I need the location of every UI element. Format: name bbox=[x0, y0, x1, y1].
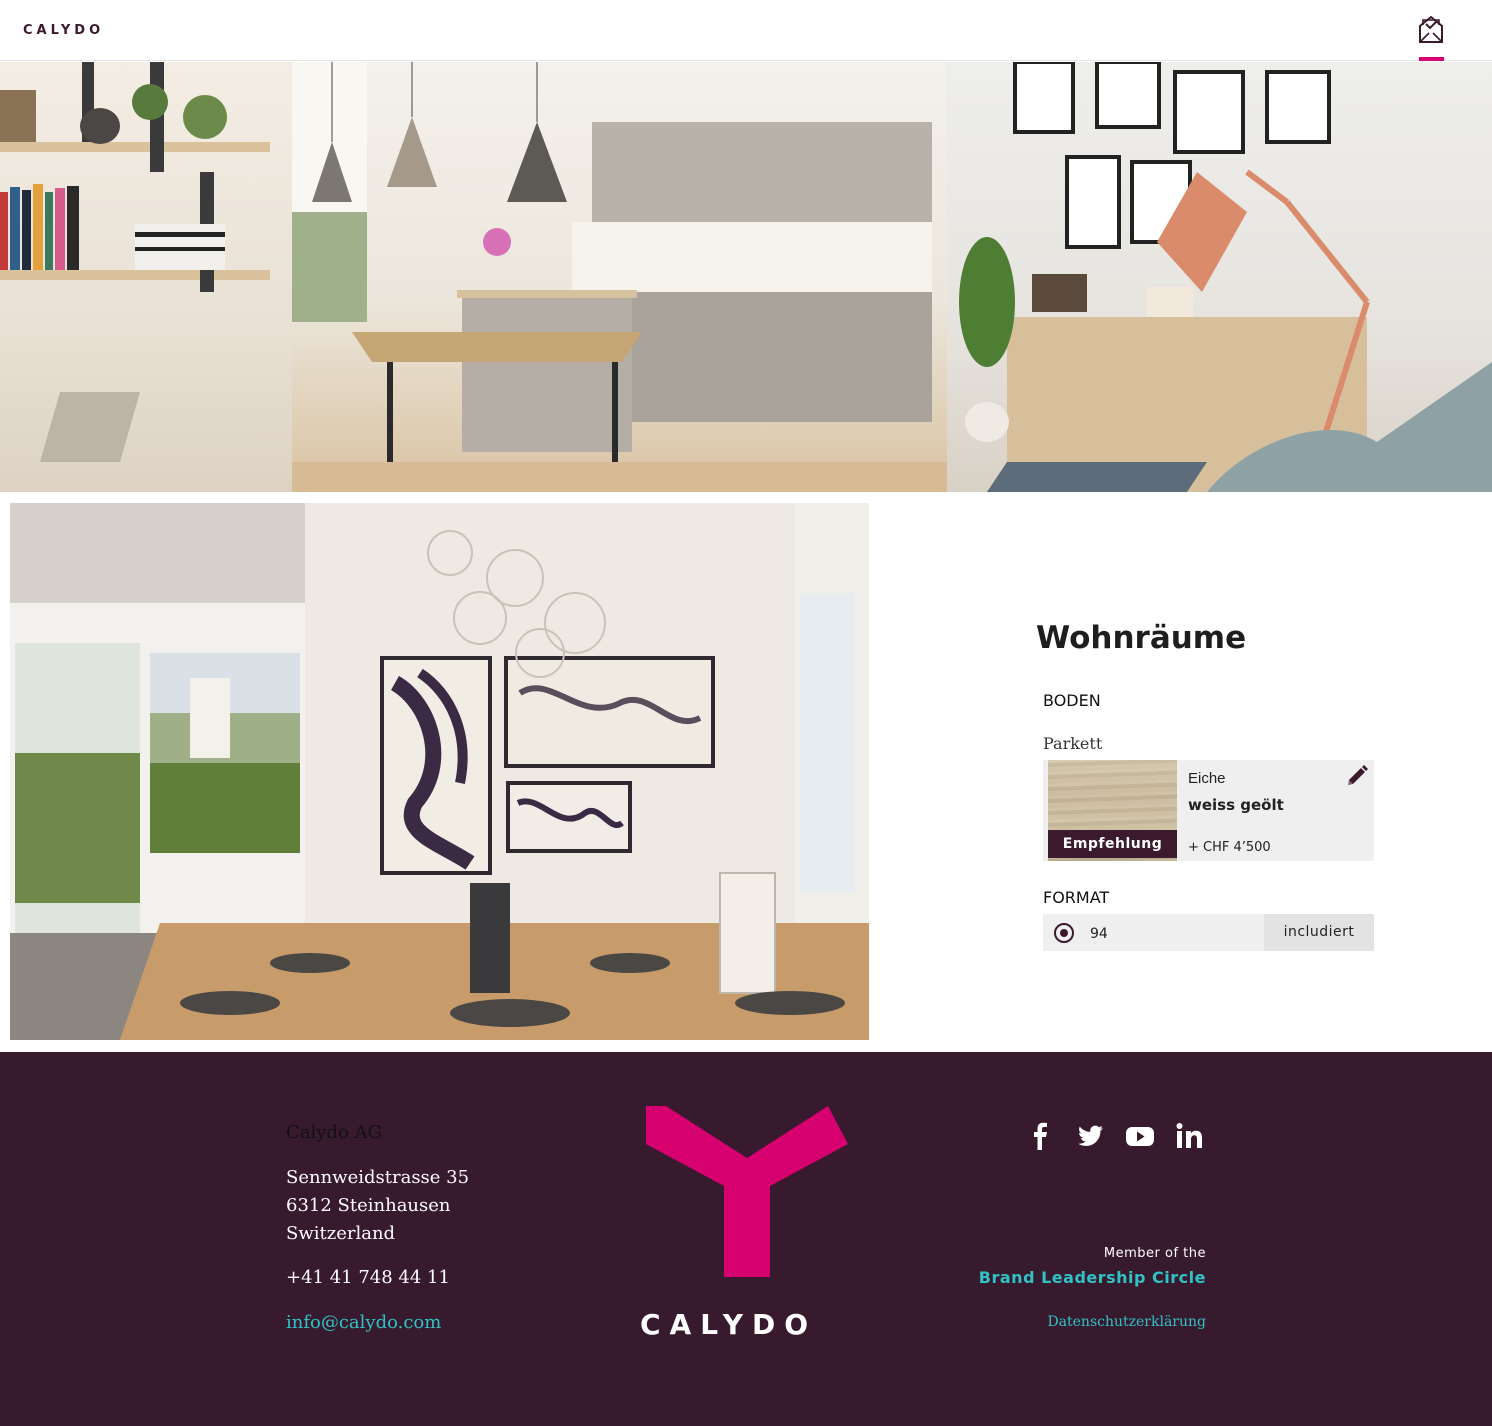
floor-section-label: BODEN bbox=[1043, 691, 1101, 710]
svg-text:CALYDO: CALYDO bbox=[640, 1308, 817, 1340]
address-country: Switzerland bbox=[286, 1223, 396, 1244]
option-price: + CHF 4’500 bbox=[1188, 840, 1271, 855]
room-gallery-image[interactable] bbox=[10, 503, 869, 1040]
page-title: Wohnräume bbox=[1036, 620, 1247, 656]
recommendation-badge: Empfehlung bbox=[1048, 830, 1177, 858]
top-header: CALYDO bbox=[0, 0, 1492, 61]
hero-living-shelf-photo bbox=[0, 62, 292, 492]
youtube-icon[interactable] bbox=[1125, 1122, 1155, 1150]
option-variant: weiss geölt bbox=[1188, 796, 1284, 814]
hero-kitchen-photo bbox=[292, 62, 947, 492]
format-option-row[interactable]: 94 includiert bbox=[1043, 914, 1374, 951]
address-street: Sennweidstrasse 35 bbox=[286, 1167, 470, 1188]
option-name: Eiche bbox=[1188, 770, 1226, 787]
facebook-icon[interactable] bbox=[1026, 1122, 1056, 1150]
twitter-icon[interactable] bbox=[1076, 1122, 1106, 1150]
site-footer: Calydo AG Sennweidstrasse 35 6312 Steinh… bbox=[0, 1052, 1492, 1426]
address-city: 6312 Steinhausen bbox=[286, 1195, 451, 1216]
company-name: Calydo AG bbox=[286, 1122, 382, 1143]
pencil-icon[interactable] bbox=[1345, 764, 1369, 788]
calydo-wordmark: CALYDO bbox=[640, 1308, 854, 1341]
floor-option-card[interactable]: Empfehlung Eiche weiss geölt + CHF 4’500 bbox=[1043, 760, 1374, 861]
phone-number[interactable]: +41 41 748 44 11 bbox=[286, 1267, 450, 1288]
linkedin-icon[interactable] bbox=[1175, 1122, 1205, 1150]
header-logo[interactable]: CALYDO bbox=[23, 23, 104, 38]
format-section-label: FORMAT bbox=[1043, 888, 1110, 907]
privacy-link[interactable]: Datenschutzerklärung bbox=[1000, 1314, 1206, 1330]
member-of-label: Member of the bbox=[1103, 1246, 1206, 1261]
floor-subsection-label: Parkett bbox=[1043, 734, 1103, 753]
format-value: 94 bbox=[1090, 926, 1108, 942]
hero-sideboard-photo bbox=[947, 62, 1492, 492]
format-status: includiert bbox=[1264, 914, 1374, 951]
hero-banner-image bbox=[0, 62, 1492, 492]
brand-leadership-link[interactable]: Brand Leadership Circle bbox=[960, 1268, 1206, 1287]
format-radio[interactable] bbox=[1054, 923, 1074, 943]
active-indicator bbox=[1419, 57, 1444, 61]
mail-check-icon[interactable] bbox=[1416, 14, 1446, 46]
calydo-y-logo[interactable] bbox=[646, 1106, 848, 1277]
email-link[interactable]: info@calydo.com bbox=[286, 1312, 441, 1333]
